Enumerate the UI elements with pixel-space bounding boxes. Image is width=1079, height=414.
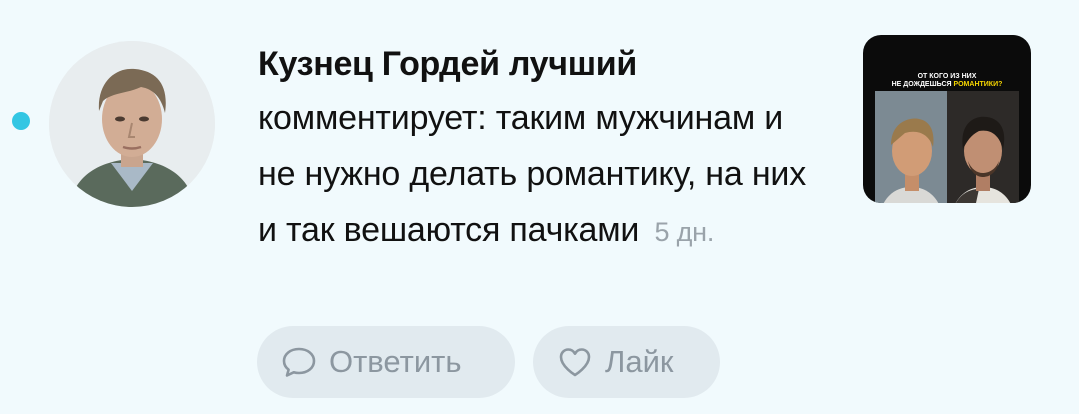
- like-label: Лайк: [605, 344, 674, 379]
- speech-bubble-icon: [281, 344, 317, 380]
- thumbnail-photo: [875, 91, 1019, 203]
- comment-text: комментирует: таким мужчинам и не нужно …: [258, 90, 823, 260]
- thumbnail-caption-accent: РОМАНТИКИ?: [953, 81, 1003, 88]
- notification-content: Кузнец Гордей лучший комментирует: таким…: [258, 38, 838, 260]
- reply-label: Ответить: [329, 344, 462, 379]
- thumbnail-caption: ОТ КОГО ИЗ НИХ НЕ ДОЖДЕШЬСЯ РОМАНТИКИ?: [863, 73, 1031, 89]
- thumbnail-caption-line1: ОТ КОГО ИЗ НИХ: [917, 73, 977, 80]
- post-thumbnail[interactable]: ОТ КОГО ИЗ НИХ НЕ ДОЖДЕШЬСЯ РОМАНТИКИ?: [863, 35, 1031, 203]
- author-name[interactable]: Кузнец Гордей лучший: [258, 38, 838, 90]
- thumbnail-caption-line2: НЕ ДОЖДЕШЬСЯ РОМАНТИКИ?: [863, 81, 1031, 89]
- comment-notification[interactable]: Кузнец Гордей лучший комментирует: таким…: [0, 0, 1079, 414]
- comment-body: комментирует: таким мужчинам и не нужно …: [258, 99, 807, 249]
- avatar[interactable]: [49, 41, 215, 207]
- unread-indicator: [12, 112, 30, 130]
- avatar-photo: [49, 41, 215, 207]
- time-ago: 5 дн.: [654, 217, 715, 247]
- reply-button[interactable]: Ответить: [257, 326, 515, 398]
- action-buttons: Ответить Лайк: [257, 326, 720, 398]
- heart-icon: [557, 344, 593, 380]
- thumbnail-caption-prefix: НЕ ДОЖДЕШЬСЯ: [891, 81, 952, 88]
- like-button[interactable]: Лайк: [533, 326, 720, 398]
